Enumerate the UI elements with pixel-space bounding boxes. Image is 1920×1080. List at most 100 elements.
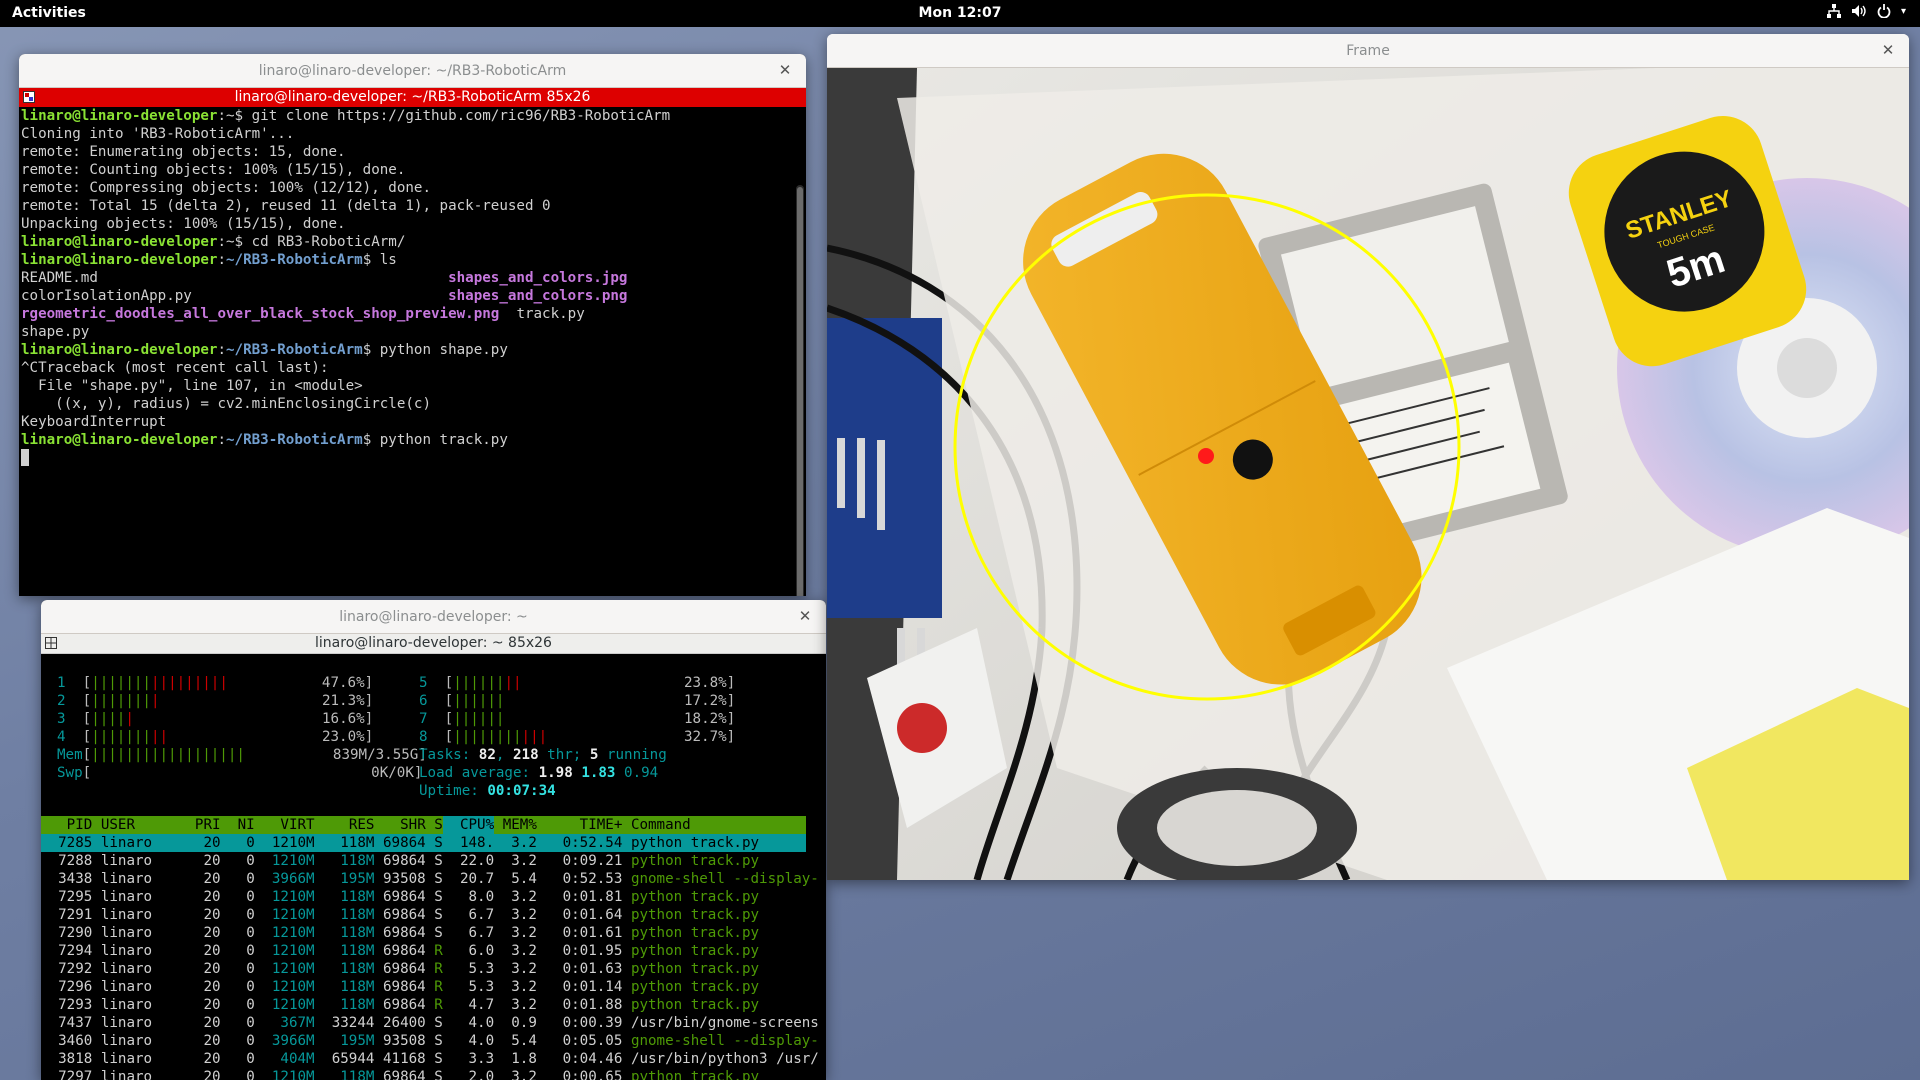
process-row[interactable]: 7292 linaro 20 0 1210M 118M 69864 R 5.3 3.2 0:01.6… (41, 960, 806, 978)
col-ni: 0 (246, 997, 255, 1013)
process-row[interactable]: 3460 linaro 20 0 3966M 195M 93508 S 4.0 5.4 0:05.0… (41, 1032, 819, 1050)
col-pri: 20 (203, 1069, 221, 1080)
terminal-menu-icon[interactable] (45, 637, 57, 649)
terminal-titlebar[interactable]: linaro@linaro-developer: ~/RB3-RoboticAr… (19, 54, 806, 88)
col-mem: 3.2 (511, 979, 537, 995)
prompt-user: linaro@linaro-developer (21, 108, 218, 124)
col-virt: 1210M (271, 835, 315, 851)
col-mem: MEM% (502, 817, 537, 833)
cpu-percent: 17.2% (683, 693, 727, 709)
cpu-percent: 23.8% (683, 675, 727, 691)
col-res: 118M (340, 979, 375, 995)
close-icon[interactable]: ✕ (776, 61, 794, 79)
col-pid: 7285 (58, 835, 93, 851)
process-row[interactable]: 7291 linaro 20 0 1210M 118M 69864 S 6.7 3.2 0:01.6… (41, 906, 806, 924)
terminal-window-htop[interactable]: linaro@linaro-developer: ~ ✕ linaro@lina… (41, 600, 826, 1080)
terminal-tab[interactable]: linaro@linaro-developer: ~/RB3-RoboticAr… (19, 88, 806, 107)
close-icon[interactable]: ✕ (796, 607, 814, 625)
terminal-tab-title: linaro@linaro-developer: ~ 85x26 (315, 635, 552, 651)
col-mem: 3.2 (511, 1069, 537, 1080)
command: cd RB3-RoboticArm/ (251, 234, 406, 250)
frame-window[interactable]: Frame ✕ STANLEY TOUGH CASE 5m (827, 34, 1909, 880)
col-shr: 69864 (383, 907, 426, 923)
col-ni: 0 (246, 1015, 255, 1031)
prompt-path: :~$ (217, 108, 252, 124)
cpu-bar-sys: | (125, 711, 134, 727)
terminal-output[interactable]: linaro@linaro-developer:~$ git clone htt… (19, 107, 806, 467)
col-mem: 1.8 (511, 1051, 537, 1067)
process-row[interactable]: 7295 linaro 20 0 1210M 118M 69864 S 8.0 3.2 0:01.8… (41, 888, 806, 906)
col-pri: 20 (203, 871, 221, 887)
cpu-id: 1 (57, 675, 66, 691)
col-cmd: python track.py (630, 979, 760, 995)
terminal-tab[interactable]: linaro@linaro-developer: ~ 85x26 (41, 634, 826, 654)
frame-titlebar[interactable]: Frame ✕ (827, 34, 1909, 68)
terminal-scrollbar[interactable] (796, 185, 804, 596)
cpu-percent: 16.6% (322, 711, 365, 727)
col-cpu: 6.7 (468, 907, 495, 923)
cpu-id: 2 (57, 693, 66, 709)
col-virt: 3966M (271, 871, 315, 887)
load-average: Load average: 1.98 1.83 0.94 (419, 765, 659, 781)
clock[interactable]: Mon 12:07 (0, 5, 1920, 21)
col-mem: 0.9 (511, 1015, 537, 1031)
window-title: linaro@linaro-developer: ~/RB3-RoboticAr… (258, 63, 567, 79)
col-s: R (434, 997, 443, 1013)
output-line: remote: Counting objects: 100% (15/15), … (21, 162, 406, 178)
cpu-meter: 8 [||||||||||| 32.7%] (419, 729, 736, 745)
col-cmd: python track.py (630, 835, 760, 851)
close-icon[interactable]: ✕ (1879, 41, 1897, 59)
col-mem: 3.2 (511, 853, 537, 869)
process-row[interactable]: 7296 linaro 20 0 1210M 118M 69864 R 5.3 3.2 0:01.1… (41, 978, 806, 996)
col-cpu: 6.0 (468, 943, 495, 959)
system-tray[interactable]: ▾ (1826, 4, 1906, 18)
col-pri: 20 (203, 835, 221, 851)
cpu-bar-user: |||| (91, 711, 126, 727)
col-mem: 5.4 (511, 1033, 537, 1049)
col-virt: VIRT (280, 817, 315, 833)
col-res: 195M (340, 1033, 375, 1049)
terminal-menu-icon[interactable] (23, 91, 35, 103)
col-time: TIME+ (579, 817, 623, 833)
prompt-user: linaro@linaro-developer (21, 342, 218, 358)
col-user: linaro (100, 907, 153, 923)
htop-view[interactable]: 1 [|||||||||||||||| 47.6%] 2 [|||||||| 21.3… (41, 654, 826, 1080)
command: git clone https://github.com/ric96/RB3-R… (251, 108, 671, 124)
terminal-titlebar[interactable]: linaro@linaro-developer: ~ ✕ (41, 600, 826, 634)
col-ni: NI (237, 817, 255, 833)
process-row[interactable]: 7290 linaro 20 0 1210M 118M 69864 S 6.7 3.2 0:01.6… (41, 924, 806, 942)
col-time: 0:52.54 (562, 835, 623, 851)
col-pid: 3818 (58, 1051, 93, 1067)
col-shr: 93508 (383, 1033, 426, 1049)
col-cpu: 4.0 (468, 1015, 495, 1031)
ls-file: shapes_and_colors.jpg (448, 270, 628, 286)
process-row[interactable]: 7288 linaro 20 0 1210M 118M 69864 S 22.0 3.2 0:09.… (41, 852, 806, 870)
col-res: 118M (340, 961, 375, 977)
output-line: ^CTraceback (most recent call last): (21, 360, 329, 376)
prompt-user: linaro@linaro-developer (21, 234, 218, 250)
process-row[interactable]: 7437 linaro 20 0 367M 33244 26400 S 4.0 0.9 0:00.3… (41, 1014, 819, 1032)
output-line: File "shape.py", line 107, in <module> (21, 378, 363, 394)
mem-meter: Mem[|||||||||||||||||| 839M/3.55G] (57, 747, 427, 763)
process-row[interactable]: 3438 linaro 20 0 3966M 195M 93508 S 20.7 5.4 0:52.… (41, 870, 819, 888)
col-cmd: python track.py (630, 961, 760, 977)
process-row[interactable]: 7293 linaro 20 0 1210M 118M 69864 R 4.7 3.2 0:01.8… (41, 996, 806, 1014)
scrollbar-thumb[interactable] (797, 187, 803, 596)
process-row[interactable]: 7297 linaro 20 0 1210M 118M 69864 S 2.0 3.2 0:00.6… (41, 1068, 806, 1080)
col-pri: 20 (203, 997, 221, 1013)
col-cmd: python track.py (630, 1069, 760, 1080)
col-virt: 1210M (271, 853, 315, 869)
ls-file: track.py (516, 306, 585, 322)
terminal-window-robotic-arm[interactable]: linaro@linaro-developer: ~/RB3-RoboticAr… (19, 54, 806, 596)
process-table-header[interactable]: PID USER PRI NI VIRT RES SHR S CPU% MEM% TIME+ Comm… (41, 816, 806, 834)
prompt-path: ~/RB3-RoboticArm (226, 432, 363, 448)
ls-file: rgeometric_doodles_all_over_black_stock_… (21, 306, 500, 322)
process-row[interactable]: 7285 linaro 20 0 1210M 118M 69864 S 148. 3.2 0:52.… (41, 834, 806, 852)
process-row[interactable]: 7294 linaro 20 0 1210M 118M 69864 R 6.0 3.2 0:01.9… (41, 942, 806, 960)
process-row[interactable]: 3818 linaro 20 0 404M 65944 41168 S 3.3 1.8 0:04.4… (41, 1050, 819, 1068)
col-shr: 69864 (383, 997, 426, 1013)
col-time: 0:04.46 (562, 1051, 623, 1067)
cpu-bar-sys: || (504, 675, 522, 691)
col-shr: 69864 (383, 925, 426, 941)
col-cpu: 2.0 (468, 1069, 495, 1080)
